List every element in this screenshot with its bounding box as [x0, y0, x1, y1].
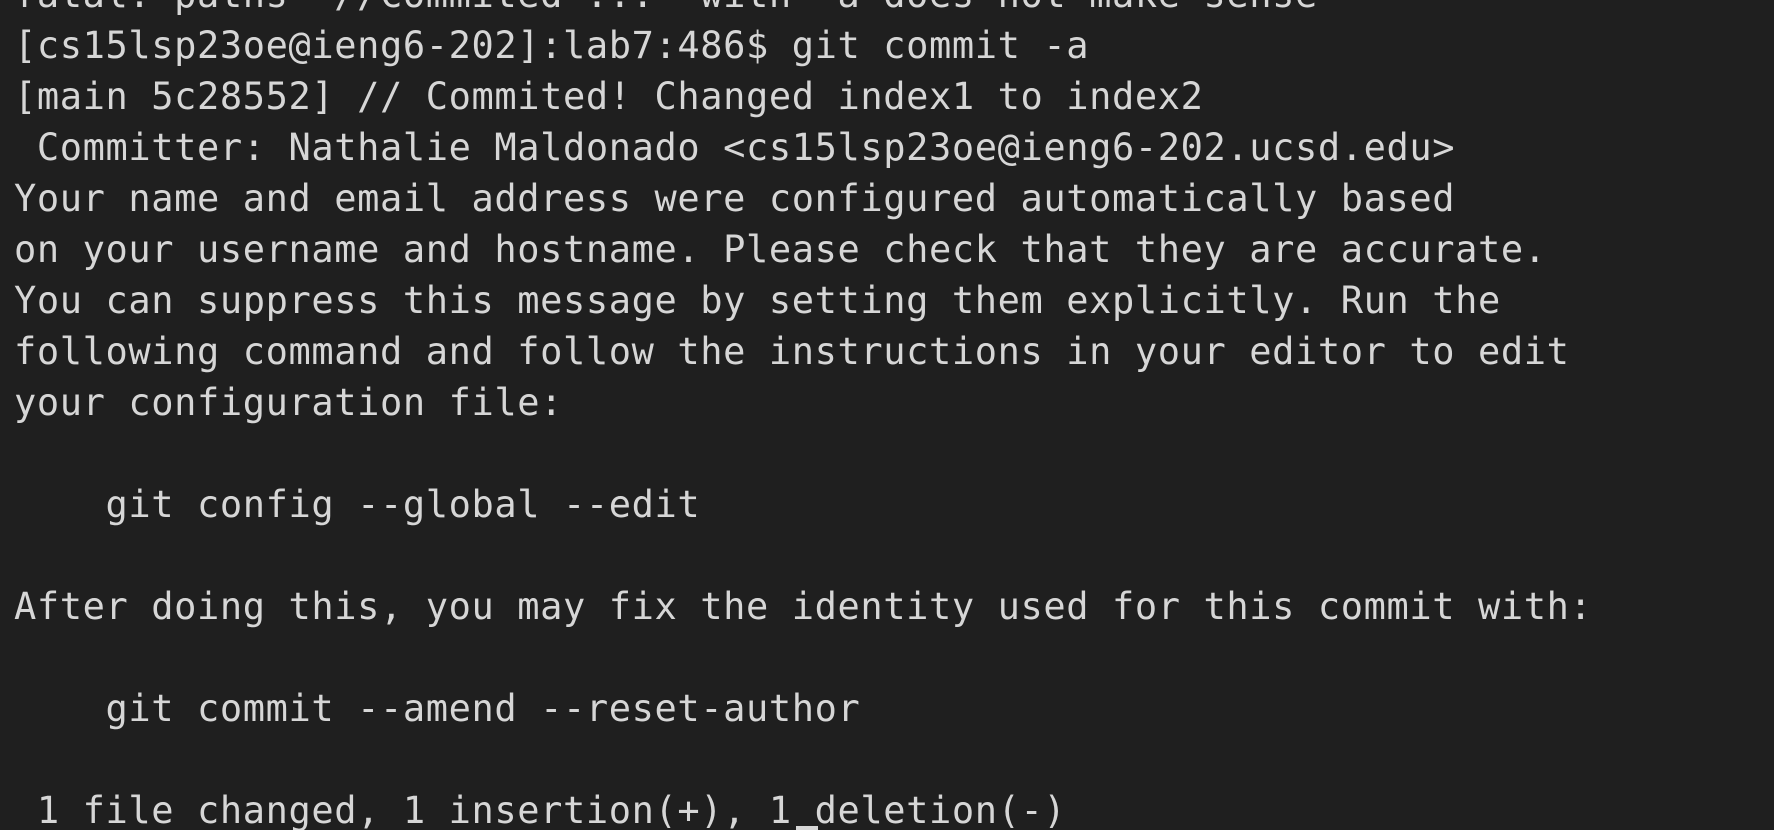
terminal-line-message: After doing this, you may fix the identi…: [14, 585, 1593, 628]
terminal-line-committer: Committer: Nathalie Maldonado <cs15lsp23…: [14, 126, 1456, 169]
terminal-line-message: Your name and email address were configu…: [14, 177, 1456, 220]
terminal-window[interactable]: fatal: paths '//Commited ...' with -a do…: [0, 0, 1774, 830]
terminal-output: fatal: paths '//Commited ...' with -a do…: [14, 0, 1592, 830]
terminal-line-message: on your username and hostname. Please ch…: [14, 228, 1547, 271]
terminal-line-config-command: git config --global --edit: [14, 483, 701, 526]
terminal-line-message: your configuration file:: [14, 381, 564, 424]
terminal-line-commit-summary: [main 5c28552] // Commited! Changed inde…: [14, 75, 1204, 118]
terminal-line-message: You can suppress this message by setting…: [14, 279, 1501, 322]
terminal-line-amend-command: git commit --amend --reset-author: [14, 687, 861, 730]
terminal-line-prompt-command: [cs15lsp23oe@ieng6-202]:lab7:486$ git co…: [14, 24, 1090, 67]
terminal-line-message: following command and follow the instruc…: [14, 330, 1570, 373]
terminal-line-error: fatal: paths '//Commited ...' with -a do…: [14, 0, 1592, 20]
terminal-line-file-stats: 1 file changed, 1 insertion(+), 1 deleti…: [14, 789, 1067, 830]
text-cursor: [796, 826, 818, 830]
